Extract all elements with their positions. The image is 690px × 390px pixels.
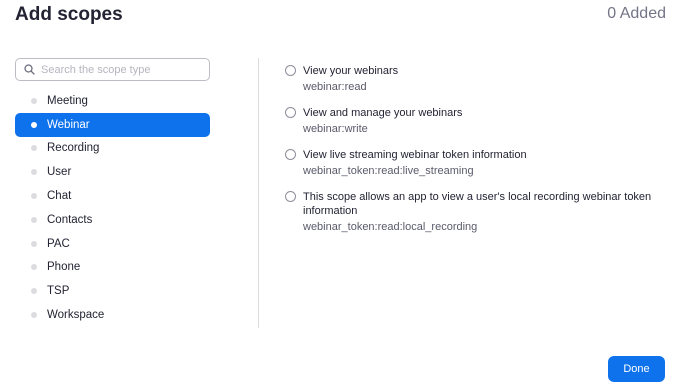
bullet-dot-icon	[31, 264, 37, 271]
scope-radio[interactable]	[285, 149, 296, 160]
bullet-dot-icon	[31, 121, 37, 128]
category-label: PAC	[47, 237, 70, 250]
scope-key: webinar:read	[303, 81, 367, 93]
category-label: Chat	[47, 190, 72, 203]
scope-item: This scope allows an app to view a user'…	[285, 190, 665, 234]
bullet-dot-icon	[31, 312, 37, 319]
category-item-tsp[interactable]: TSP	[15, 279, 210, 303]
category-item-chat[interactable]: Chat	[15, 184, 210, 208]
scope-key: webinar:write	[303, 123, 368, 135]
bullet-dot-icon	[31, 288, 37, 295]
category-label: TSP	[47, 285, 70, 298]
scope-key: webinar_token:read:live_streaming	[303, 165, 474, 177]
scope-radio[interactable]	[285, 107, 296, 118]
category-item-webinar[interactable]: Webinar	[15, 112, 210, 137]
scope-description: View and manage your webinars	[303, 107, 463, 119]
category-label: Meeting	[47, 94, 88, 107]
category-item-workspace[interactable]: Workspace	[15, 303, 210, 327]
category-item-phone[interactable]: Phone	[15, 256, 210, 280]
category-label: Recording	[47, 142, 100, 155]
search-box[interactable]	[15, 58, 210, 81]
category-item-pac[interactable]: PAC	[15, 232, 210, 256]
scope-item: View live streaming webinar token inform…	[285, 148, 665, 178]
added-count: 0 Added	[607, 5, 666, 22]
done-button[interactable]: Done	[608, 356, 665, 382]
category-item-contacts[interactable]: Contacts	[15, 208, 210, 232]
category-item-recording[interactable]: Recording	[15, 137, 210, 161]
bullet-dot-icon	[31, 240, 37, 247]
panel-divider	[258, 58, 259, 328]
category-label: Phone	[47, 261, 81, 274]
scope-description: View your webinars	[303, 65, 399, 77]
bullet-dot-icon	[31, 97, 37, 104]
category-label: Webinar	[47, 118, 90, 131]
scope-radio[interactable]	[285, 65, 296, 76]
scope-item: View and manage your webinars webinar:wr…	[285, 106, 665, 136]
category-item-meeting[interactable]: Meeting	[15, 89, 210, 113]
bullet-dot-icon	[31, 169, 37, 176]
category-label: Contacts	[47, 213, 93, 226]
scope-radio[interactable]	[285, 191, 296, 202]
scope-description: View live streaming webinar token inform…	[303, 149, 527, 161]
category-item-user[interactable]: User	[15, 160, 210, 184]
scope-item: View your webinars webinar:read	[285, 64, 665, 94]
page-title: Add scopes	[15, 4, 123, 25]
scope-key: webinar_token:read:local_recording	[303, 221, 478, 233]
bullet-dot-icon	[31, 216, 37, 223]
scope-description: This scope allows an app to view a user'…	[303, 191, 652, 217]
bullet-dot-icon	[31, 145, 37, 152]
search-input[interactable]	[41, 63, 201, 76]
category-list: Meeting Webinar Recording User Chat Cont…	[15, 89, 210, 327]
search-icon	[24, 64, 35, 75]
scope-list: View your webinars webinar:read View and…	[285, 64, 665, 246]
category-label: User	[47, 166, 72, 179]
bullet-dot-icon	[31, 193, 37, 200]
category-label: Workspace	[47, 309, 105, 322]
